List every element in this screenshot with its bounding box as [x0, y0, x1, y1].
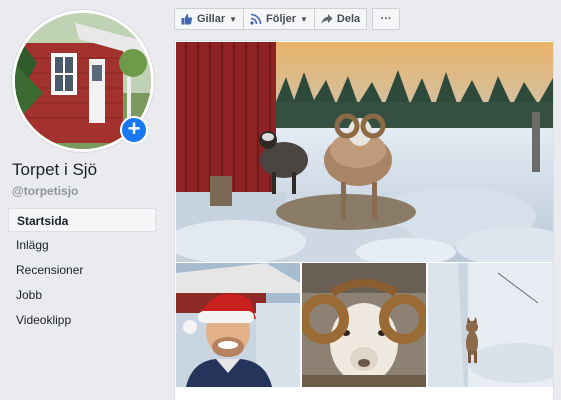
- nav-item-inlagg[interactable]: Inlägg: [8, 233, 156, 257]
- page-handle[interactable]: @torpetisjo: [12, 184, 78, 198]
- follow-button[interactable]: Följer ▼: [243, 8, 315, 30]
- nav-item-startsida[interactable]: Startsida: [8, 208, 156, 232]
- nav-item-jobb[interactable]: Jobb: [8, 283, 156, 307]
- chevron-down-icon: ▼: [229, 14, 238, 24]
- add-photo-button[interactable]: +: [120, 116, 148, 144]
- rss-icon: [250, 13, 262, 25]
- like-button[interactable]: Gillar ▼: [174, 8, 245, 30]
- photo-sheep-snow[interactable]: [176, 42, 553, 262]
- more-options-button[interactable]: ···: [372, 8, 401, 30]
- more-icon: ···: [380, 13, 392, 25]
- thumbs-up-icon: [181, 14, 193, 25]
- page-title: Torpet i Sjö: [12, 160, 98, 179]
- like-label: Gillar: [197, 13, 226, 25]
- photo-cat-snow[interactable]: [428, 263, 553, 387]
- nav-item-videoklipp[interactable]: Videoklipp: [8, 308, 156, 332]
- left-column: + Torpet i Sjö @torpetisjo Startsida Inl…: [0, 0, 164, 400]
- share-button[interactable]: Dela: [313, 8, 368, 30]
- follow-label: Följer: [266, 13, 296, 25]
- photo-grid-card: [174, 40, 554, 400]
- plus-icon: +: [127, 116, 141, 141]
- chevron-down-icon: ▼: [300, 14, 308, 24]
- share-label: Dela: [336, 13, 361, 25]
- photo-santa-selfie[interactable]: [176, 263, 300, 387]
- page-nav: Startsida Inlägg Recensioner Jobb Videok…: [8, 208, 156, 333]
- page-actions: Gillar ▼ Följer ▼ Dela ···: [174, 8, 401, 30]
- share-arrow-icon: [321, 14, 333, 24]
- nav-item-recensioner[interactable]: Recensioner: [8, 258, 156, 282]
- photo-ram-closeup[interactable]: [302, 263, 426, 387]
